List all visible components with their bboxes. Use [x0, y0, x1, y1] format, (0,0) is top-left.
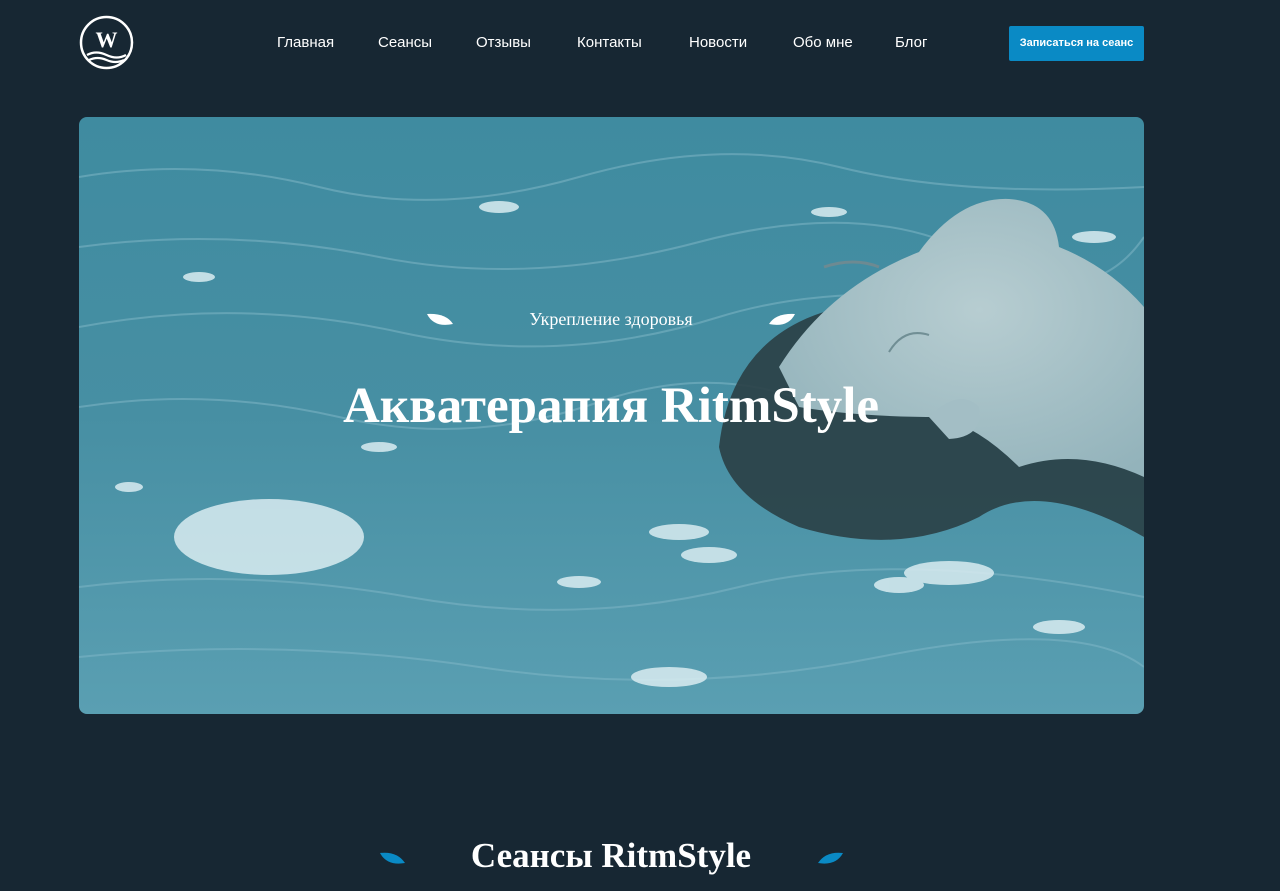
nav-item-sessions[interactable]: Сеансы — [378, 33, 432, 53]
section-title: Сеансы RitmStyle — [470, 836, 752, 875]
book-session-button[interactable]: Записаться на сеанс — [1009, 26, 1144, 61]
nav-item-contacts[interactable]: Контакты — [577, 33, 642, 53]
nav-item-reviews[interactable]: Отзывы — [476, 33, 531, 53]
site-header: W Главная Сеансы Отзывы Контакты Новости… — [0, 0, 1280, 88]
nav-item-home[interactable]: Главная — [277, 33, 334, 53]
hero-kicker: Укрепление здоровья — [529, 309, 693, 329]
nav-item-news[interactable]: Новости — [689, 33, 747, 53]
nav-item-blog[interactable]: Блог — [895, 33, 927, 53]
hero-banner: Укрепление здоровья Акватерапия RitmStyl… — [79, 117, 1144, 714]
hero-title: Акватерапия RitmStyle — [342, 378, 880, 434]
nav-item-about[interactable]: Обо мне — [793, 33, 853, 53]
